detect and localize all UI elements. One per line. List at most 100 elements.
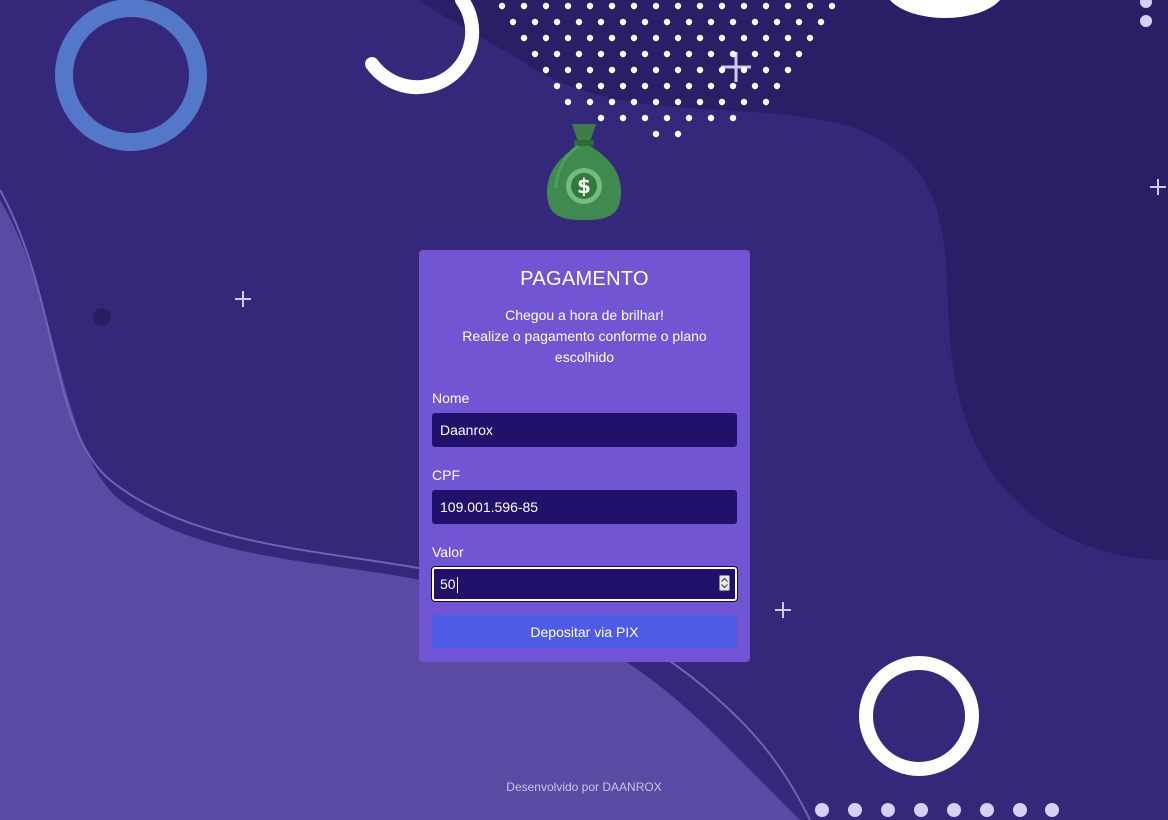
dot-pattern-dot [674, 66, 682, 74]
dot-pattern-dot [641, 82, 649, 90]
dot-pattern-dot [806, 34, 814, 42]
dot-pattern-dot [740, 34, 748, 42]
dot-pattern-dot [608, 98, 616, 106]
dot-pattern-dot [762, 2, 770, 10]
text-caret [456, 577, 458, 594]
subtitle-line: Chegou a hora de brilhar! [505, 307, 664, 323]
subtitle-line: Realize o pagamento conforme o plano esc… [462, 328, 707, 365]
dot-pattern-dot [718, 66, 726, 74]
dot-pattern-dot [542, 2, 550, 10]
dot-decoration [93, 308, 111, 326]
dot-pattern-dot [652, 2, 660, 10]
dot-pattern-dot [696, 98, 704, 106]
valor-value: 50 [440, 576, 456, 592]
dot-pattern-dot [674, 2, 682, 10]
dot-pattern-dot [542, 66, 550, 74]
dot-pattern-dot [685, 50, 693, 58]
dot-pattern-dot [564, 98, 572, 106]
dot-pattern-dot [685, 18, 693, 26]
dot-pattern-dot [531, 18, 539, 26]
dot-pattern-dot [707, 82, 715, 90]
dot-pattern-dot [685, 82, 693, 90]
dot-pattern-dot [586, 34, 594, 42]
dot-pattern-dot [762, 98, 770, 106]
dot-pattern-dot [718, 98, 726, 106]
dot-pattern-dot [652, 34, 660, 42]
dot-pattern-dot [652, 98, 660, 106]
dot-pattern-dot [740, 2, 748, 10]
dot-pattern-dot [751, 82, 759, 90]
dot-pattern-dot [696, 34, 704, 42]
dot-pattern-dot [564, 2, 572, 10]
dot-pattern-dot [509, 18, 517, 26]
page-title: PAGAMENTO [520, 268, 649, 290]
dot-pattern-dot [784, 66, 792, 74]
dot-pattern-dot [795, 18, 803, 26]
dot-pattern-dot [707, 114, 715, 122]
dot-pattern-dot [663, 50, 671, 58]
cpf-input[interactable] [432, 490, 737, 524]
dot-pattern-dot [575, 18, 583, 26]
dot-pattern-dot [729, 114, 737, 122]
dot-pattern-dot [575, 50, 583, 58]
dot-pattern-dot [586, 66, 594, 74]
dot-pattern-dot [597, 50, 605, 58]
dot-pattern-dot [729, 82, 737, 90]
dot-pattern-dot [542, 34, 550, 42]
dot-pattern-dot [762, 66, 770, 74]
dot-pattern-dot [608, 2, 616, 10]
svg-text:$: $ [577, 174, 591, 198]
dot-decoration [1140, 15, 1152, 27]
dot-pattern-dot [740, 98, 748, 106]
dot-pattern-dot [729, 50, 737, 58]
number-stepper[interactable] [719, 575, 730, 591]
dot-pattern-dot [685, 114, 693, 122]
dot-pattern-dot [619, 18, 627, 26]
nome-input[interactable] [432, 413, 737, 447]
dot-pattern-dot [553, 82, 561, 90]
dot-pattern-dot [707, 18, 715, 26]
dot-pattern-dot [619, 50, 627, 58]
dot-pattern-dot [641, 114, 649, 122]
dot-pattern-dot [652, 66, 660, 74]
dot-pattern-dot [575, 82, 583, 90]
dot-pattern-dot [520, 34, 528, 42]
dot-pattern-dot [619, 114, 627, 122]
dot-pattern-dot [652, 130, 660, 138]
dot-pattern-dot [806, 2, 814, 10]
dot-pattern-dot [729, 18, 737, 26]
dot-pattern-dot [564, 66, 572, 74]
dot-pattern-dot [608, 66, 616, 74]
dot-pattern-dot [498, 2, 506, 10]
dot-pattern-dot [630, 2, 638, 10]
dot-pattern-dot [597, 18, 605, 26]
dot-pattern-dot [674, 98, 682, 106]
cpf-label: CPF [432, 467, 460, 483]
dot-pattern-dot [773, 82, 781, 90]
valor-label: Valor [432, 544, 464, 560]
dot-pattern-dot [795, 50, 803, 58]
dot-pattern-dot [718, 34, 726, 42]
dot-pattern-dot [619, 82, 627, 90]
dot-pattern-dot [630, 34, 638, 42]
valor-input[interactable]: 50 [432, 567, 737, 601]
dot-pattern-dot [784, 2, 792, 10]
dot-pattern-dot [707, 50, 715, 58]
ring-decoration-bottom [859, 656, 979, 776]
card-subtitle: Chegou a hora de brilhar! Realize o paga… [432, 305, 737, 368]
dot-pattern-dot [586, 98, 594, 106]
dot-pattern-dot [553, 50, 561, 58]
dot-pattern-dot [674, 130, 682, 138]
dot-pattern-dot [564, 34, 572, 42]
dot-pattern-dot [762, 34, 770, 42]
dot-pattern-dot [828, 2, 836, 10]
dot-pattern-dot [597, 82, 605, 90]
nome-label: Nome [432, 390, 470, 406]
dot-pattern-dot [597, 114, 605, 122]
dot-pattern-dot [674, 34, 682, 42]
dot-pattern-dot [663, 18, 671, 26]
valor-field-wrapper: 50 [432, 567, 737, 601]
dot-pattern-dot [718, 2, 726, 10]
dot-pattern-dot [663, 114, 671, 122]
deposit-pix-button[interactable]: Depositar via PIX [432, 615, 737, 648]
